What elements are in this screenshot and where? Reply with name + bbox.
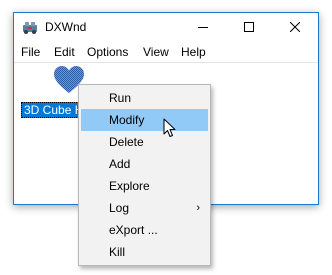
minimize-icon — [198, 27, 208, 28]
menu-bar: File Edit Options View Help — [14, 42, 318, 63]
close-icon — [290, 22, 300, 32]
context-menu: Run Modify Delete Add Explore Log › eXpo… — [78, 84, 211, 266]
menu-help[interactable]: Help — [181, 45, 206, 59]
menu-edit[interactable]: Edit — [54, 45, 75, 59]
menu-item-delete[interactable]: Delete — [81, 131, 208, 153]
submenu-arrow-icon: › — [196, 202, 200, 214]
title-bar[interactable]: DXWnd — [14, 13, 318, 41]
menu-item-log[interactable]: Log › — [81, 197, 208, 219]
menu-item-explore[interactable]: Explore — [81, 175, 208, 197]
minimize-button[interactable] — [180, 13, 226, 41]
selected-list-item-label[interactable]: 3D Cube Hearts — [21, 102, 85, 118]
dxwnd-app-icon — [23, 22, 37, 34]
menu-item-log-label: Log — [109, 201, 130, 215]
menu-view[interactable]: View — [143, 45, 169, 59]
menu-file[interactable]: File — [21, 45, 40, 59]
menu-options[interactable]: Options — [87, 45, 128, 59]
menu-item-add[interactable]: Add — [81, 153, 208, 175]
menu-item-run[interactable]: Run — [81, 87, 208, 109]
maximize-icon — [244, 22, 254, 32]
menu-item-kill[interactable]: Kill — [81, 241, 208, 263]
window-title: DXWnd — [45, 20, 87, 34]
close-button[interactable] — [272, 13, 318, 41]
mouse-cursor-icon — [163, 118, 176, 137]
menu-item-export[interactable]: eXport ... — [81, 219, 208, 241]
menu-item-modify[interactable]: Modify — [81, 109, 208, 131]
maximize-button[interactable] — [226, 13, 272, 41]
